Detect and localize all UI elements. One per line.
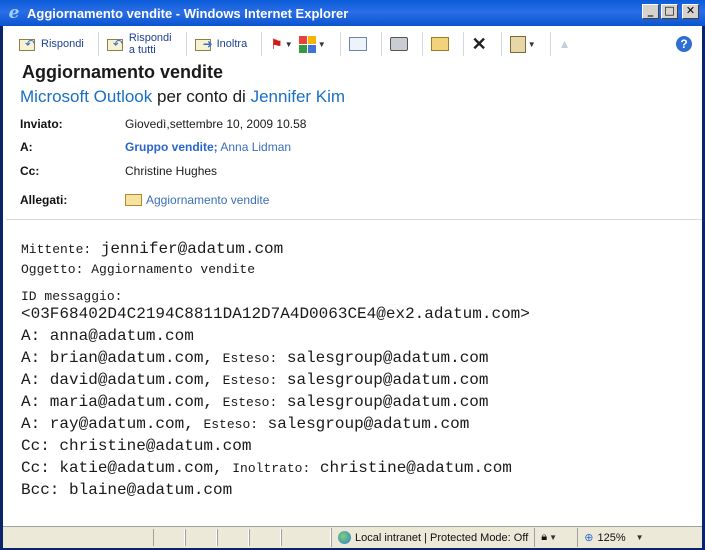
window-title: Aggiornamento vendite - Windows Internet… [27,5,349,21]
toolbar-separator [421,32,423,56]
title-bar[interactable]: e Aggiornamento vendite - Windows Intern… [0,0,705,26]
id-label: ID messaggio: [21,289,123,304]
toolbar-separator [462,32,464,56]
forward-button[interactable]: ➜ Inoltra [194,35,248,53]
forward-label: Inoltra [216,38,248,50]
up-arrow-icon: ▲ [558,37,571,51]
header-divider [6,219,702,220]
maximize-button[interactable]: □ [661,4,678,19]
reply-all-label-1: Rispondi [128,32,172,44]
zoom-level: 125% [597,531,626,544]
envelope-icon [348,37,367,51]
clipboard-icon [509,35,526,53]
chevron-down-icon: ▼ [527,39,536,49]
mittente-value: jennifer@adatum.com [100,240,284,258]
message-body: Mittente: jennifer@adatum.com Oggetto: A… [21,240,701,503]
mittente-label: Mittente: [21,242,92,257]
sent-row: Inviato: Giovedì,settembre 10, 2009 10.5… [20,117,306,131]
id-value: <03F68402D4C2194C8811DA12D7A4D0063CE4@ex… [21,305,530,323]
zone-text: Local intranet | Protected Mode: Off [355,531,529,544]
minimize-button[interactable]: _ [642,4,659,19]
follow-up-flag-button[interactable]: ⚑ ▼ [270,36,292,53]
message-toolbar: ↶ Rispondi ↶ Rispondi a tutti ➜ Inoltra … [3,26,702,62]
help-button[interactable]: ? [676,36,692,52]
toolbar-separator [97,32,99,56]
sent-label: Inviato: [20,117,63,131]
reply-all-button[interactable]: ↶ Rispondi a tutti [106,32,172,56]
sent-value: Giovedì,settembre 10, 2009 10.58 [125,117,307,131]
attachments-label: Allegati: [20,193,68,207]
attachment-envelope-icon [125,194,142,206]
attachment-link[interactable]: Aggiornamento vendite [146,193,269,207]
chevron-down-icon: ▼ [284,39,293,49]
to-label: A: [20,140,33,154]
internet-explorer-icon: e [8,3,20,23]
previous-item-button[interactable]: ▲ [559,37,571,51]
intranet-globe-icon [338,531,351,544]
chevron-down-icon: ▼ [635,533,644,542]
cc-label: Cc: [20,164,40,178]
zoom-control[interactable]: ⊕ 125% ▼ [577,528,702,547]
reply-button[interactable]: ↶ Rispondi [19,35,84,53]
zoom-icon: ⊕ [584,532,594,544]
body-line: Mittente: jennifer@adatum.com [21,240,701,262]
categorize-button[interactable]: ▼ [298,35,326,53]
to-group-link[interactable]: Gruppo vendite; [125,140,218,154]
window-controls: _ □ ✕ [642,4,699,19]
reply-all-label-2: a tutti [128,44,156,56]
delete-button[interactable]: ✕ [472,34,487,55]
on-behalf-text: per conto di [157,87,246,106]
close-button[interactable]: ✕ [682,4,699,19]
oggetto-line: Oggetto: Aggiornamento vendite [21,262,256,277]
forward-icon: ➜ [194,35,215,53]
body-line: A: anna@adatum.com [21,327,194,345]
paste-options-button[interactable]: ▼ [509,35,536,53]
reply-label: Rispondi [41,38,84,50]
move-to-folder-button[interactable] [430,37,449,51]
body-line: Cc: christine@adatum.com [21,437,252,455]
attachments-row: Allegati: Aggiornamento vendite [20,193,269,207]
toolbar-separator [549,32,551,56]
toolbar-separator [380,32,382,56]
ie-window: e Aggiornamento vendite - Windows Intern… [0,0,705,550]
message-subject: Aggiornamento vendite [22,62,224,82]
flag-icon: ⚑ [270,35,283,52]
chevron-down-icon: ▼ [317,39,326,49]
to-row: A: Gruppo vendite; Anna Lidman [20,140,291,154]
toolbar-separator [185,32,187,56]
sender-name-link[interactable]: Jennifer Kim [251,87,345,106]
body-line: A: brian@adatum.com, Esteso: salesgroup@… [21,349,489,367]
folder-icon [430,37,449,51]
security-zone[interactable]: Local intranet | Protected Mode: Off [331,528,534,547]
reply-all-icon: ↶ [106,35,127,53]
protected-mode-button[interactable]: 🔒︎ ▼ [534,528,577,547]
body-line: A: david@adatum.com, Esteso: salesgroup@… [21,371,489,389]
body-line: A: maria@adatum.com, Esteso: salesgroup@… [21,393,489,411]
print-button[interactable] [389,37,408,51]
delete-x-icon: ✕ [471,33,487,54]
help-icon: ? [676,36,692,52]
status-bar: Local intranet | Protected Mode: Off 🔒︎ … [3,526,702,548]
sender-line: Microsoft Outlook per conto di Jennifer … [20,87,345,107]
categories-icon [298,35,316,53]
chevron-down-icon: ▼ [549,533,558,542]
to-person-link[interactable]: Anna Lidman [220,140,291,154]
cc-person-link[interactable]: Christine Hughes [125,164,217,178]
toolbar-separator [500,32,502,56]
lock-icon: 🔒︎ [541,531,548,543]
sender-app-link[interactable]: Microsoft Outlook [20,87,152,106]
body-line: A: ray@adatum.com, Esteso: salesgroup@ad… [21,415,470,433]
reply-icon: ↶ [19,35,39,53]
printer-icon [389,37,408,51]
cc-row: Cc: Christine Hughes [20,164,217,178]
toolbar-separator [339,32,341,56]
mark-unread-button[interactable] [348,37,367,51]
body-line: Bcc: blaine@adatum.com [21,481,233,499]
toolbar-separator [261,32,263,56]
body-line: Cc: katie@adatum.com, Inoltrato: christi… [21,459,512,477]
